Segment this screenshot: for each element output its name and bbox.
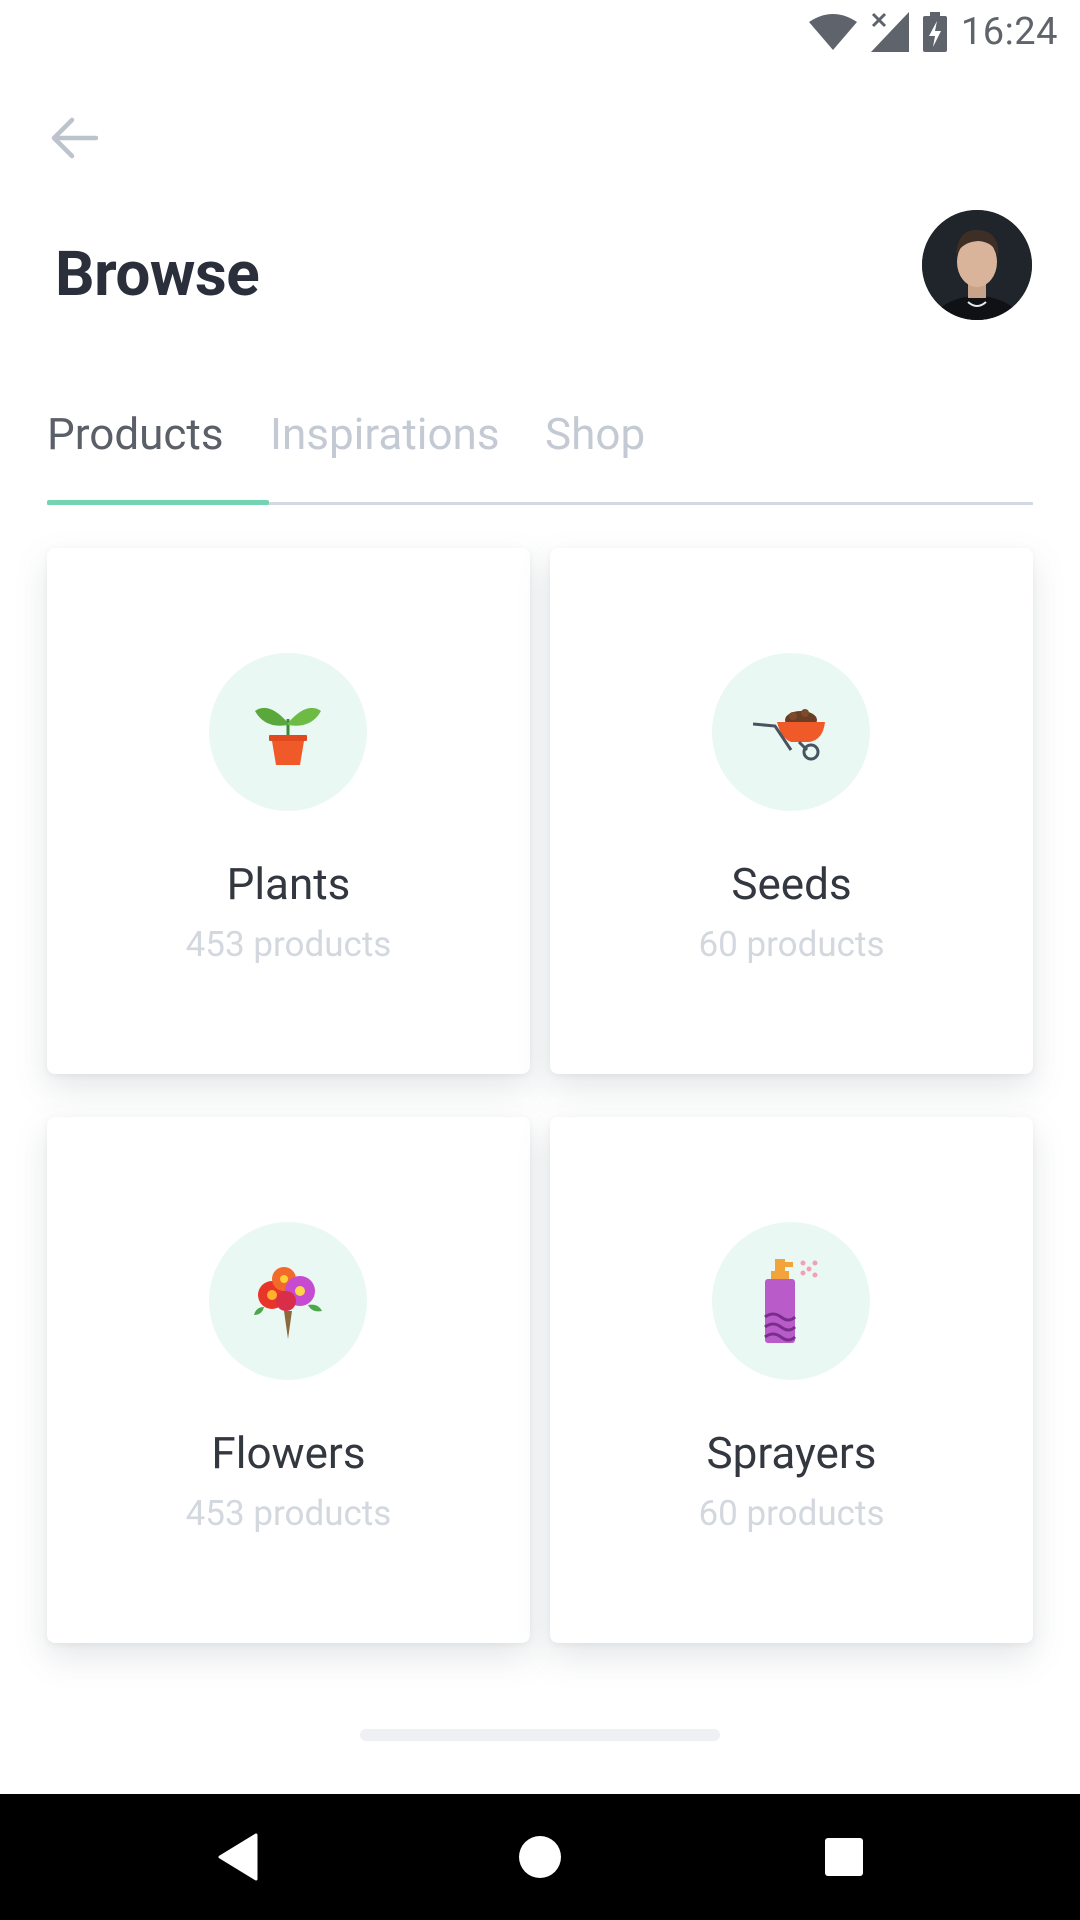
category-title: Flowers bbox=[211, 1427, 366, 1479]
category-grid: Plants 453 products Seeds 60 products Fl… bbox=[47, 548, 1033, 1643]
icon-circle bbox=[712, 1222, 870, 1380]
page-title: Browse bbox=[55, 238, 260, 311]
icon-circle bbox=[209, 653, 367, 811]
active-tab-indicator bbox=[47, 500, 269, 505]
wifi-icon bbox=[808, 14, 857, 50]
nav-back-button[interactable] bbox=[205, 1824, 271, 1890]
category-count: 453 products bbox=[185, 924, 392, 965]
tab-shop[interactable]: Shop bbox=[545, 408, 645, 460]
cellular-no-signal-icon bbox=[870, 12, 909, 52]
battery-charging-icon bbox=[922, 12, 947, 52]
nav-home-button[interactable] bbox=[507, 1824, 573, 1890]
scroll-indicator bbox=[360, 1729, 720, 1741]
navigation-bar bbox=[0, 1794, 1080, 1920]
home-circle-icon bbox=[519, 1836, 561, 1878]
category-count: 60 products bbox=[698, 1493, 885, 1534]
icon-circle bbox=[712, 653, 870, 811]
icon-circle bbox=[209, 1222, 367, 1380]
tab-products[interactable]: Products bbox=[47, 408, 224, 460]
category-card-sprayers[interactable]: Sprayers 60 products bbox=[550, 1117, 1033, 1643]
status-bar: 16:24 bbox=[0, 0, 1080, 64]
category-card-plants[interactable]: Plants 453 products bbox=[47, 548, 530, 1074]
category-title: Sprayers bbox=[706, 1427, 877, 1479]
tab-inspirations[interactable]: Inspirations bbox=[270, 408, 500, 460]
category-count: 453 products bbox=[185, 1493, 392, 1534]
user-avatar-image bbox=[922, 210, 1032, 320]
tab-bar: Products Inspirations Shop bbox=[47, 400, 1033, 505]
back-button[interactable] bbox=[46, 110, 102, 166]
status-time: 16:24 bbox=[960, 10, 1058, 54]
category-card-flowers[interactable]: Flowers 453 products bbox=[47, 1117, 530, 1643]
category-card-seeds[interactable]: Seeds 60 products bbox=[550, 548, 1033, 1074]
recents-square-icon bbox=[825, 1838, 863, 1876]
nav-recents-button[interactable] bbox=[811, 1824, 877, 1890]
back-triangle-icon bbox=[218, 1833, 258, 1881]
wheelbarrow-icon bbox=[753, 709, 825, 761]
category-count: 60 products bbox=[698, 924, 885, 965]
spray-bottle-icon bbox=[764, 1259, 818, 1343]
flower-bouquet-icon bbox=[254, 1267, 322, 1339]
avatar[interactable] bbox=[922, 210, 1032, 320]
arrow-left-icon bbox=[51, 117, 98, 159]
category-title: Plants bbox=[226, 858, 351, 910]
potted-plant-icon bbox=[255, 707, 321, 765]
category-title: Seeds bbox=[731, 858, 852, 910]
